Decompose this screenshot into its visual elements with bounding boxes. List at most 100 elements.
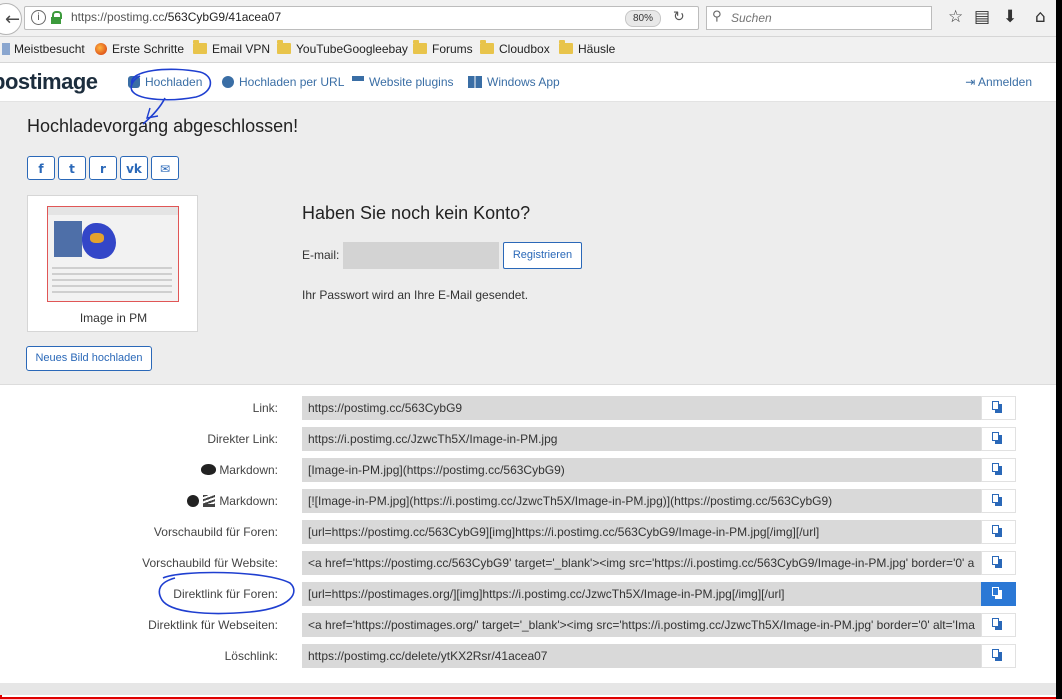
right-edge-bar — [1056, 0, 1062, 699]
email-field[interactable] — [343, 242, 499, 269]
site-logo[interactable]: postimage — [0, 69, 98, 95]
link-value-field[interactable] — [302, 458, 981, 482]
facebook-share-button[interactable]: f — [27, 156, 55, 180]
copy-icon — [992, 525, 1002, 537]
link-value-field[interactable] — [302, 582, 981, 606]
search-input[interactable] — [729, 9, 923, 27]
bookmark-item[interactable]: Cloudbox — [480, 40, 550, 56]
copy-icon — [992, 556, 1002, 568]
thumbnail-caption: Image in PM — [79, 311, 148, 325]
nav-windows-app[interactable]: Windows App — [468, 75, 560, 89]
info-icon[interactable]: i — [31, 10, 46, 25]
bookmark-item[interactable]: Email VPN — [193, 40, 271, 56]
link-row: Direkter Link: — [0, 427, 1056, 451]
search-icon: ⚲ — [712, 9, 722, 24]
copy-button[interactable] — [981, 396, 1016, 420]
copy-button[interactable] — [981, 551, 1016, 575]
copy-icon — [992, 494, 1002, 506]
home-icon[interactable]: ⌂ — [1035, 8, 1046, 26]
bookmark-icon — [2, 43, 10, 55]
image-thumbnail[interactable] — [47, 206, 179, 302]
link-row: Vorschaubild für Foren: — [0, 520, 1056, 544]
url-host: https://postimg.cc — [71, 10, 165, 24]
email-share-button[interactable]: ✉ — [151, 156, 179, 180]
link-label: Vorschaubild für Foren: — [153, 525, 278, 539]
copy-button[interactable] — [981, 489, 1016, 513]
star-icon[interactable]: ☆ — [948, 8, 963, 26]
stackoverflow-icon — [203, 495, 216, 507]
link-value-field[interactable] — [302, 489, 981, 513]
link-label: Markdown: — [219, 494, 278, 508]
back-button[interactable]: ← — [0, 3, 22, 35]
login-icon: ⇥ — [965, 75, 978, 89]
copy-button[interactable] — [981, 458, 1016, 482]
folder-icon — [277, 40, 291, 54]
link-label: Direkter Link: — [207, 432, 278, 446]
nav-label: Website plugins — [369, 75, 454, 89]
link-row: Link: — [0, 396, 1056, 420]
zoom-level-badge[interactable]: 80% — [625, 10, 661, 27]
bookmark-label: Erste Schritte — [112, 42, 185, 56]
link-label: Vorschaubild für Website: — [142, 556, 278, 570]
bookmark-item[interactable]: Meistbesucht — [2, 42, 85, 56]
copy-icon — [992, 587, 1002, 599]
link-value-field[interactable] — [302, 613, 981, 637]
bookmark-item[interactable]: YouTubeGoogleebay — [277, 40, 408, 56]
link-label: Direktlink für Foren: — [173, 587, 278, 601]
bookmark-item[interactable]: Forums — [413, 40, 473, 56]
link-value-field[interactable] — [302, 396, 981, 420]
image-thumbnail-card[interactable]: Image in PM — [27, 195, 198, 332]
nav-hochladen-per-url[interactable]: Hochladen per URL — [222, 75, 344, 89]
reddit-share-button[interactable]: r — [89, 156, 117, 180]
github-icon — [187, 495, 200, 507]
reading-list-icon[interactable]: ▤ — [974, 8, 990, 26]
link-row: Markdown: — [0, 489, 1056, 513]
copy-icon — [992, 618, 1002, 630]
link-row: Markdown: — [0, 458, 1056, 482]
site-navbar: postimage Hochladen Hochladen per URL We… — [0, 63, 1056, 102]
reload-icon[interactable]: ↻ — [673, 9, 685, 25]
link-value-field[interactable] — [302, 551, 981, 575]
bookmark-label: Meistbesucht — [14, 42, 85, 56]
copy-button[interactable] — [981, 644, 1016, 668]
search-box[interactable]: ⚲ — [706, 6, 932, 30]
vk-share-button[interactable]: vk — [120, 156, 148, 180]
email-label: E-mail: — [302, 248, 340, 262]
footer-strip — [0, 683, 1056, 695]
link-row: Löschlink: — [0, 644, 1056, 668]
link-label: Direktlink für Webseiten: — [148, 618, 278, 632]
nav-hochladen[interactable]: Hochladen — [128, 75, 202, 89]
bookmark-label: Email VPN — [212, 42, 271, 56]
link-row: Direktlink für Webseiten: — [0, 613, 1056, 637]
link-label: Löschlink: — [224, 649, 278, 663]
login-link[interactable]: ⇥ Anmelden — [965, 75, 1032, 89]
twitter-share-button[interactable]: t — [58, 156, 86, 180]
upload-icon — [128, 76, 140, 88]
link-value-field[interactable] — [302, 520, 981, 544]
lock-icon — [51, 11, 62, 24]
nav-label: Hochladen — [145, 75, 203, 89]
globe-icon — [222, 76, 234, 88]
copy-button[interactable] — [981, 520, 1016, 544]
bookmark-label: Häusle — [578, 42, 616, 56]
copy-button[interactable] — [981, 427, 1016, 451]
windows-icon — [468, 76, 482, 88]
download-icon[interactable]: ⬇ — [1003, 8, 1017, 26]
copy-button[interactable] — [981, 613, 1016, 637]
link-label: Link: — [252, 401, 278, 415]
link-value-field[interactable] — [302, 644, 981, 668]
page-title: Hochladevorgang abgeschlossen! — [27, 116, 299, 136]
url-text: https://postimg.cc/563CybG9/41acea07 — [71, 10, 281, 24]
nav-label: Hochladen per URL — [239, 75, 345, 89]
copy-icon — [992, 432, 1002, 444]
login-label: Anmelden — [977, 75, 1032, 89]
new-upload-button[interactable]: Neues Bild hochladen — [26, 346, 152, 371]
link-value-field[interactable] — [302, 427, 981, 451]
register-button[interactable]: Registrieren — [503, 242, 582, 269]
bookmark-label: YouTubeGoogleebay — [296, 42, 408, 56]
bookmark-item[interactable]: Erste Schritte — [95, 42, 184, 56]
copy-button[interactable] — [981, 582, 1016, 606]
address-bar[interactable]: i https://postimg.cc/563CybG9/41acea07 8… — [24, 6, 699, 30]
bookmark-item[interactable]: Häusle — [559, 40, 616, 56]
nav-website-plugins[interactable]: Website plugins — [352, 75, 454, 89]
